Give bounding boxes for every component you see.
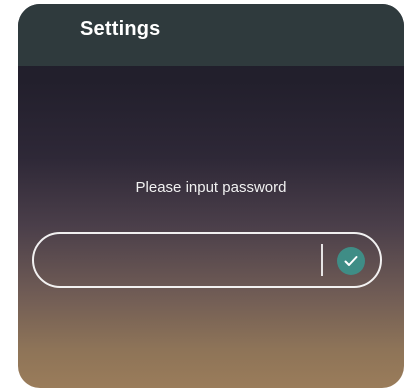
settings-screen: Settings Please input password [18, 4, 404, 388]
page-title: Settings [80, 18, 161, 40]
field-divider [321, 244, 323, 276]
check-icon [344, 256, 358, 266]
header-bar: Settings [18, 4, 404, 66]
password-field[interactable] [32, 232, 382, 288]
password-input[interactable] [54, 244, 320, 278]
password-prompt: Please input password [135, 179, 287, 196]
confirm-button[interactable] [337, 247, 365, 275]
